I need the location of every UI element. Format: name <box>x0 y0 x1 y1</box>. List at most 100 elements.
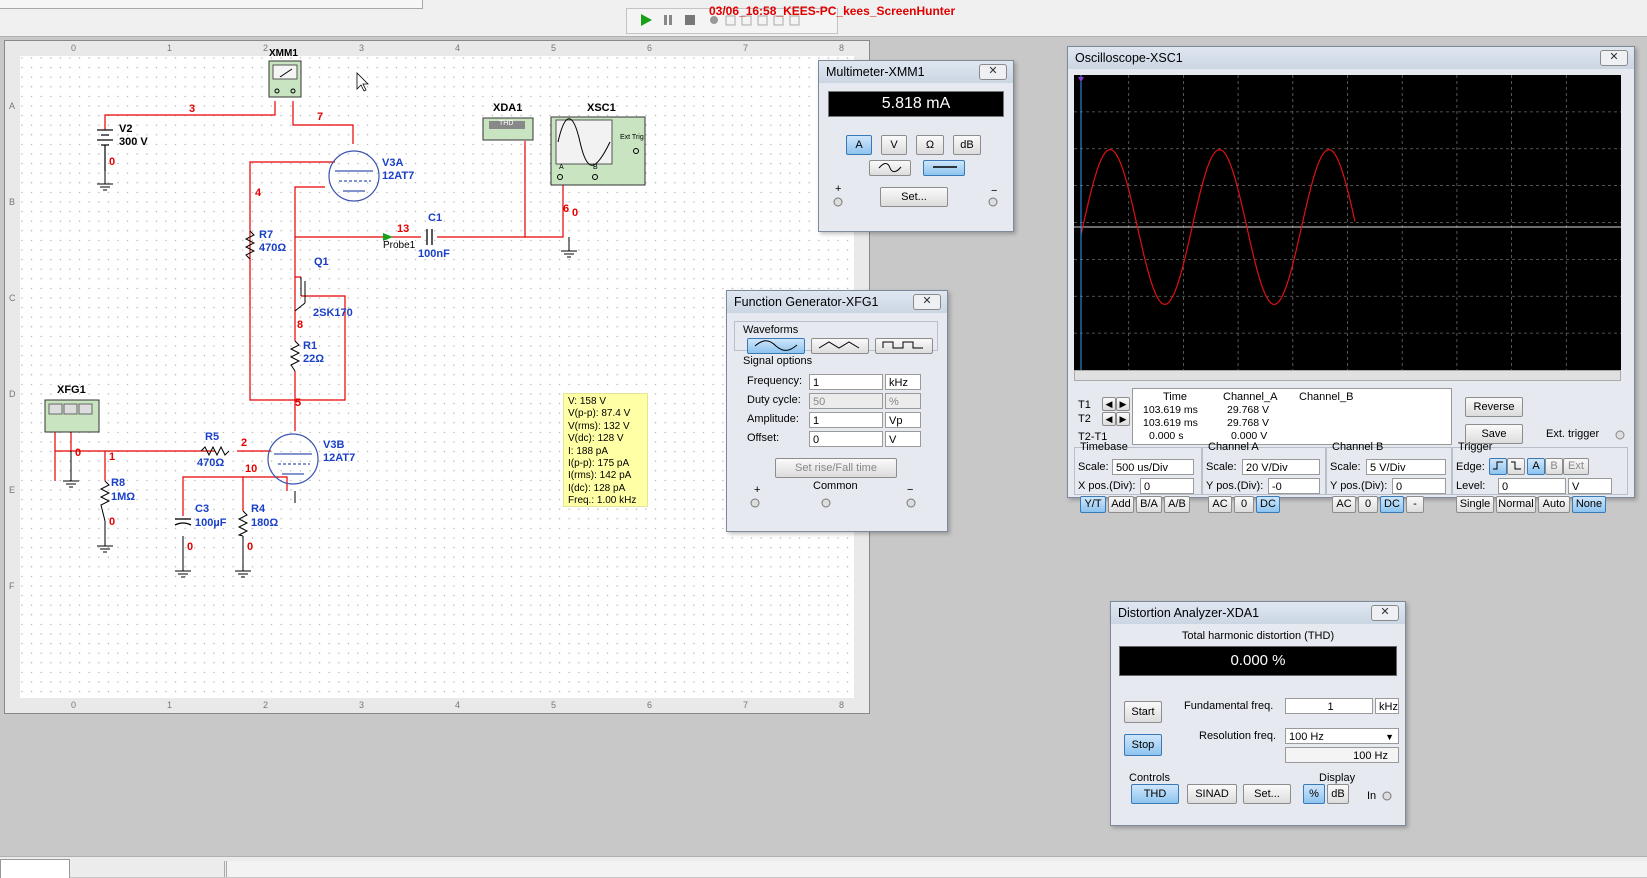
square-wave-button[interactable] <box>875 338 933 354</box>
set-button[interactable]: Set... <box>880 187 948 207</box>
horizontal-scrollbar[interactable] <box>226 861 1647 877</box>
pause-simulation-icon[interactable] <box>660 12 676 28</box>
t1-left-arrow[interactable]: ◀ <box>1102 397 1116 411</box>
channel-b-scale-field[interactable]: 5 V/Div <box>1366 459 1446 475</box>
channel-b-ac-button[interactable]: AC <box>1332 496 1356 513</box>
t1-right-arrow[interactable]: ▶ <box>1116 397 1130 411</box>
trigger-source-ext-button[interactable]: Ext <box>1563 458 1589 475</box>
stop-button[interactable]: Stop <box>1124 734 1162 756</box>
t1-channel-a: 29.768 V <box>1227 404 1270 416</box>
settings-button[interactable]: Set... <box>1243 784 1291 804</box>
terminal-icon[interactable] <box>905 497 917 509</box>
trigger-auto-button[interactable]: Auto <box>1538 496 1570 513</box>
channel-b-zero-button[interactable]: 0 <box>1358 496 1378 513</box>
triangle-wave-button[interactable] <box>811 338 869 354</box>
thd-button[interactable]: THD <box>1131 784 1179 804</box>
xda1-label: XDA1 <box>493 102 523 114</box>
function-generator-titlebar[interactable]: Function Generator-XFG1 ✕ <box>727 291 947 313</box>
scope-b-terminal: B <box>593 164 598 171</box>
trigger-level-label: Level: <box>1456 480 1486 492</box>
add-mode-button[interactable]: Add <box>1108 496 1134 513</box>
mode-volt-button[interactable]: V <box>881 135 907 155</box>
channel-b-invert-button[interactable]: - <box>1406 496 1424 513</box>
signal-option-value-field[interactable]: 1 <box>809 412 883 428</box>
stop-simulation-icon[interactable] <box>682 12 698 28</box>
trigger-level-unit[interactable]: V <box>1568 478 1612 494</box>
dc-button[interactable] <box>923 160 965 176</box>
trigger-single-button[interactable]: Single <box>1456 496 1494 513</box>
sheet-tab[interactable] <box>0 859 70 878</box>
trigger-source-b-button[interactable]: B <box>1545 458 1563 475</box>
sheet-tab[interactable] <box>68 861 225 877</box>
channel-a-scale-field[interactable]: 20 V/Div <box>1242 459 1320 475</box>
close-button[interactable]: ✕ <box>1371 605 1399 621</box>
signal-option-value-field[interactable]: 50 <box>809 393 883 409</box>
multimeter-titlebar[interactable]: Multimeter-XMM1 ✕ <box>819 61 1013 83</box>
function-generator-title: Function Generator-XFG1 <box>734 295 879 309</box>
terminal-icon[interactable] <box>820 497 832 509</box>
mode-ampere-button[interactable]: A <box>846 135 872 155</box>
net-label: 8 <box>297 319 304 331</box>
ba-mode-button[interactable]: B/A <box>1136 496 1162 513</box>
channel-b-ypos-field[interactable]: 0 <box>1392 478 1446 494</box>
t2-left-arrow[interactable]: ◀ <box>1102 412 1116 426</box>
channel-b-dc-button[interactable]: DC <box>1380 496 1404 513</box>
signal-option-unit[interactable]: V <box>885 431 921 447</box>
channel-a-dc-button[interactable]: DC <box>1256 496 1280 513</box>
close-button[interactable]: ✕ <box>913 294 941 310</box>
probe-line: I(dc): 128 pA <box>568 482 626 494</box>
timebase-xpos-field[interactable]: 0 <box>1140 478 1194 494</box>
distortion-analyzer-window[interactable]: Distortion Analyzer-XDA1 ✕ Total harmoni… <box>1110 601 1406 826</box>
resolution-freq-select[interactable]: 100 Hz ▼ <box>1285 728 1399 744</box>
sine-wave-button[interactable] <box>747 338 805 354</box>
trigger-level-field[interactable]: 0 <box>1498 478 1566 494</box>
mode-db-button[interactable]: dB <box>953 135 981 155</box>
signal-option-value-field[interactable]: 0 <box>809 431 883 447</box>
set-rise-fall-button[interactable]: Set rise/Fall time <box>775 458 897 478</box>
trigger-source-a-button[interactable]: A <box>1527 458 1545 475</box>
close-button[interactable]: ✕ <box>1600 50 1628 66</box>
falling-edge-button[interactable] <box>1507 458 1525 475</box>
fundamental-freq-unit[interactable]: kHz <box>1375 698 1399 714</box>
trigger-none-button[interactable]: None <box>1572 496 1606 513</box>
start-button[interactable]: Start <box>1124 701 1162 723</box>
terminal-icon[interactable] <box>832 196 844 208</box>
input-terminal-icon[interactable] <box>1381 790 1393 802</box>
horizontal-scrollbar[interactable] <box>1074 370 1621 381</box>
rising-edge-button[interactable] <box>1489 458 1507 475</box>
ext-trigger-terminal-icon[interactable] <box>1614 429 1626 441</box>
t2-right-arrow[interactable]: ▶ <box>1116 412 1130 426</box>
display-percent-button[interactable]: % <box>1303 784 1325 804</box>
signal-option-unit[interactable]: Vp <box>885 412 921 428</box>
function-generator-window[interactable]: Function Generator-XFG1 ✕ Waveforms Sign… <box>726 290 948 532</box>
top-toolbar: 03/06_16:58_KEES-PC_kees_ScreenHunter <box>0 0 1647 37</box>
yt-mode-button[interactable]: Y/T <box>1080 496 1106 513</box>
trigger-normal-button[interactable]: Normal <box>1496 496 1536 513</box>
sinad-button[interactable]: SINAD <box>1187 784 1237 804</box>
net-label: 5 <box>295 397 302 409</box>
display-db-button[interactable]: dB <box>1327 784 1349 804</box>
terminal-icon[interactable] <box>749 497 761 509</box>
distortion-analyzer-titlebar[interactable]: Distortion Analyzer-XDA1 ✕ <box>1111 602 1405 624</box>
timebase-scale-field[interactable]: 500 us/Div <box>1112 459 1194 475</box>
mode-ohm-button[interactable]: Ω <box>916 135 944 155</box>
t2-channel-a: 29.768 V <box>1227 417 1270 429</box>
reverse-button[interactable]: Reverse <box>1465 397 1523 417</box>
signal-option-unit[interactable]: kHz <box>885 374 921 390</box>
channel-a-ypos-field[interactable]: -0 <box>1268 478 1320 494</box>
terminal-icon[interactable] <box>987 196 999 208</box>
signal-option-unit[interactable]: % <box>885 393 921 409</box>
multimeter-window[interactable]: Multimeter-XMM1 ✕ 5.818 mA A V Ω dB + − … <box>818 60 1014 232</box>
r8-value: 1MΩ <box>111 491 136 503</box>
run-simulation-icon[interactable] <box>638 12 654 28</box>
oscilloscope-titlebar[interactable]: Oscilloscope-XSC1 ✕ <box>1068 47 1634 69</box>
fundamental-freq-field[interactable]: 1 <box>1285 698 1373 714</box>
channel-a-zero-button[interactable]: 0 <box>1234 496 1254 513</box>
channel-a-ac-button[interactable]: AC <box>1208 496 1232 513</box>
close-button[interactable]: ✕ <box>979 64 1007 80</box>
oscilloscope-window[interactable]: Oscilloscope-XSC1 ✕ T1 T2 T2-T1 ◀ ▶ ◀ ▶ … <box>1067 46 1635 513</box>
signal-option-value-field[interactable]: 1 <box>809 374 883 390</box>
scope-screen[interactable] <box>1074 75 1621 370</box>
ac-button[interactable] <box>869 160 911 176</box>
ab-mode-button[interactable]: A/B <box>1164 496 1190 513</box>
